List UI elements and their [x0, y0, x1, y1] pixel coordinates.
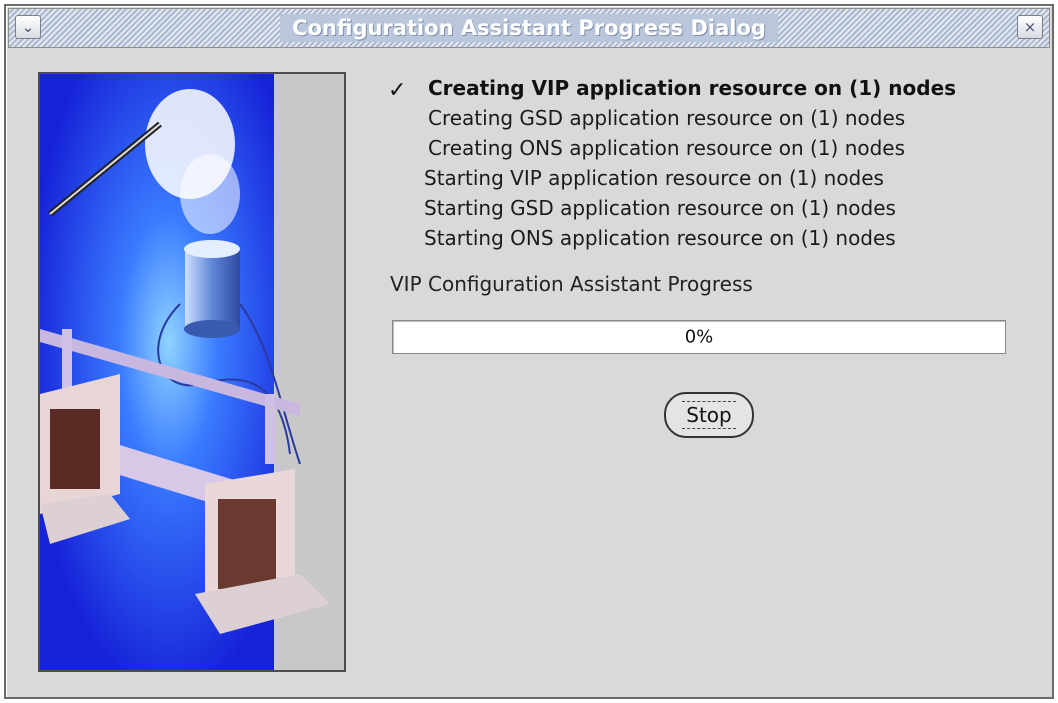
stop-button-label: Stop	[682, 401, 736, 429]
close-icon: ×	[1023, 17, 1037, 36]
title-bar[interactable]: ⌄ Configuration Assistant Progress Dialo…	[8, 8, 1050, 48]
list-item: Creating GSD application resource on (1)…	[382, 106, 1042, 136]
check-icon: ✓	[388, 78, 407, 103]
progress-bar: 0%	[392, 320, 1006, 354]
list-item: Starting ONS application resource on (1)…	[382, 226, 1042, 256]
window-title: Configuration Assistant Progress Dialog	[280, 14, 778, 42]
stop-button[interactable]: Stop	[664, 392, 754, 438]
chevron-down-icon: ⌄	[21, 17, 35, 36]
list-item: Starting VIP application resource on (1)…	[382, 166, 1042, 196]
network-illustration	[40, 74, 344, 670]
step-label: Starting ONS application resource on (1)…	[424, 226, 896, 250]
progress-dialog-window: ⌄ Configuration Assistant Progress Dialo…	[4, 4, 1054, 699]
close-button[interactable]: ×	[1017, 15, 1043, 39]
wizard-illustration	[38, 72, 346, 672]
step-label: Creating GSD application resource on (1)…	[428, 106, 906, 130]
list-item: Starting GSD application resource on (1)…	[382, 196, 1042, 226]
list-item: ✓ Creating VIP application resource on (…	[382, 76, 1042, 106]
list-item: Creating ONS application resource on (1)…	[382, 136, 1042, 166]
step-list: ✓ Creating VIP application resource on (…	[382, 76, 1042, 256]
window-menu-button[interactable]: ⌄	[15, 15, 41, 39]
step-label: Creating VIP application resource on (1)…	[428, 76, 957, 100]
step-label: Starting GSD application resource on (1)…	[424, 196, 896, 220]
progress-label: VIP Configuration Assistant Progress	[390, 272, 753, 296]
step-label: Creating ONS application resource on (1)…	[428, 136, 906, 160]
step-label: Starting VIP application resource on (1)…	[424, 166, 884, 190]
progress-percent: 0%	[684, 326, 714, 348]
